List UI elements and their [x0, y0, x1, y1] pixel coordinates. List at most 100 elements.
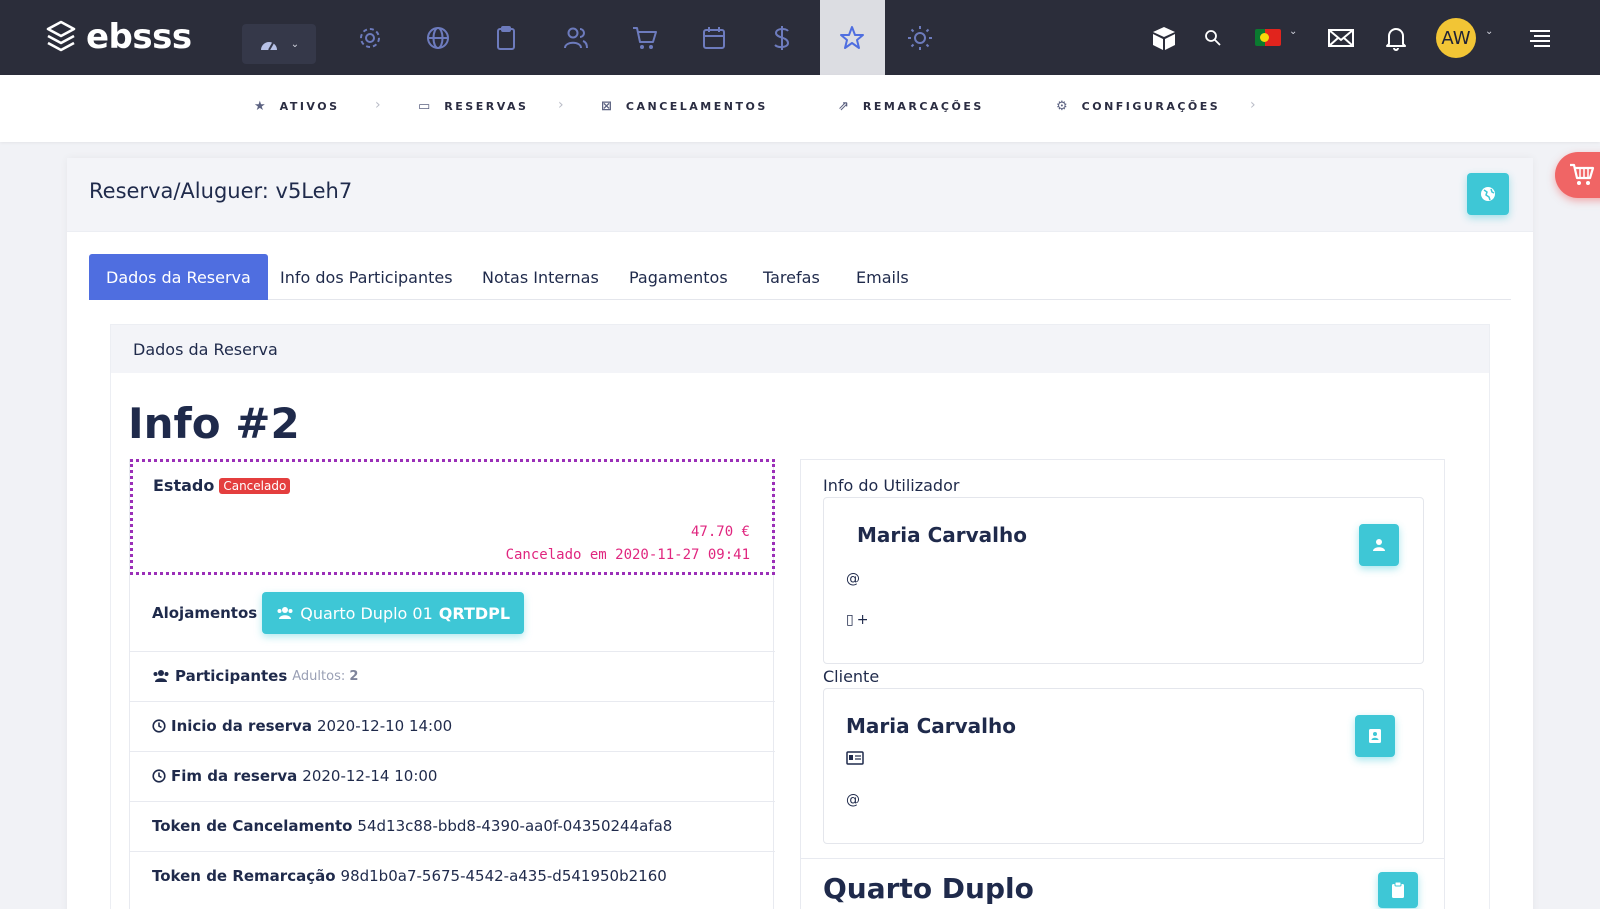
messages-button[interactable] — [1323, 20, 1359, 56]
users-icon — [153, 670, 169, 682]
settings-nav[interactable] — [352, 20, 388, 56]
accommodation-code: QRTDPL — [438, 603, 511, 623]
star-icon: ★ — [254, 99, 266, 114]
cancel-token-row: Token de Cancelamento 54d13c88-bbd8-4390… — [130, 801, 775, 851]
booking-card: Reserva/Aluguer: v5Leh7 Dados da Reserva… — [67, 158, 1533, 909]
floating-cart-button[interactable] — [1555, 152, 1600, 198]
calendar-icon — [703, 27, 725, 49]
user-phone-prefix: + — [856, 612, 869, 628]
tab-tarefas[interactable]: Tarefas — [763, 254, 820, 300]
subnav-item-reservas[interactable]: ▭ RESERVAS — [418, 99, 528, 114]
accommodation-button[interactable]: Quarto Duplo 01 QRTDPL — [262, 592, 525, 634]
divider — [801, 858, 1444, 859]
cancel-token-content: Token de Cancelamento 54d13c88-bbd8-4390… — [152, 817, 672, 835]
cart-nav[interactable] — [627, 20, 663, 56]
tab-notas-internas[interactable]: Notas Internas — [482, 254, 599, 300]
cube-icon — [1153, 27, 1175, 50]
menu-button[interactable] — [1522, 20, 1558, 56]
cancel-token-value: 54d13c88-bbd8-4390-aa0f-04350244afa8 — [357, 817, 673, 835]
subnav-item-remarcacoes[interactable]: ⇗ REMARCAÇÕES — [838, 99, 984, 114]
clipboard-nav[interactable] — [488, 20, 524, 56]
participants-label: Participantes — [175, 667, 288, 685]
start-date-row: Inicio da reserva 2020-12-10 14:00 — [130, 701, 775, 751]
globe-button[interactable] — [1467, 173, 1509, 215]
room-details-button[interactable] — [1378, 872, 1418, 908]
tab-bar: Dados da Reserva Info dos Participantes … — [89, 254, 1511, 300]
globe-icon — [427, 27, 449, 49]
users-nav[interactable] — [558, 20, 594, 56]
tab-info-participantes[interactable]: Info dos Participantes — [280, 254, 453, 300]
user-info-heading: Info do Utilizador — [823, 476, 960, 495]
cancelled-at: Cancelado em 2020-11-27 09:41 — [505, 547, 750, 563]
end-date-row: Fim da reserva 2020-12-14 10:00 — [130, 751, 775, 801]
chevron-right-icon: › — [1250, 97, 1256, 113]
start-date-label: Inicio da reserva — [171, 717, 313, 735]
client-contact-button[interactable] — [1355, 715, 1395, 757]
booking-data-panel: Dados da Reserva Info #2 Estado Cancelad… — [110, 324, 1490, 909]
user-profile-button[interactable] — [1359, 524, 1399, 566]
brand-logo[interactable]: ebsss — [46, 16, 192, 58]
phone-icon: ▯ — [846, 612, 854, 628]
user-icon — [1373, 539, 1385, 551]
dashboard-dropdown[interactable]: ⌄ — [242, 24, 316, 64]
avatar[interactable]: AW — [1436, 18, 1476, 58]
clipboard-icon — [1392, 882, 1404, 898]
flag-icon[interactable] — [1255, 29, 1281, 46]
tab-dados-da-reserva[interactable]: Dados da Reserva — [89, 254, 268, 300]
user-phone: ▯ + — [846, 612, 868, 628]
end-date-value: 2020-12-14 10:00 — [302, 767, 438, 785]
card-header: Reserva/Aluguer: v5Leh7 — [67, 158, 1533, 232]
users-icon — [564, 27, 588, 49]
apps-button[interactable] — [1146, 20, 1182, 56]
end-date-label: Fim da reserva — [171, 767, 298, 785]
start-date-content: Inicio da reserva 2020-12-10 14:00 — [152, 717, 452, 735]
clock-icon — [152, 719, 166, 733]
dashboard-icon — [260, 42, 277, 51]
reschedule-token-row: Token de Remarcação 98d1b0a7-5675-4542-a… — [130, 851, 775, 909]
share-icon: ⇗ — [838, 99, 849, 114]
client-email-prefix: @ — [846, 792, 860, 808]
end-date-content: Fim da reserva 2020-12-14 10:00 — [152, 767, 437, 785]
subnav-item-configuracoes[interactable]: ⚙ CONFIGURAÇÕES — [1056, 99, 1220, 114]
subnav-label: REMARCAÇÕES — [862, 100, 984, 113]
id-card-icon — [846, 751, 864, 769]
theme-nav[interactable] — [902, 20, 938, 56]
user-email-prefix: @ — [846, 571, 860, 587]
chevron-down-icon[interactable]: ⌄ — [1289, 26, 1297, 37]
accommodation-row: Alojamentos Quarto Duplo 01 QRTDPL — [130, 575, 775, 651]
status-label: Estado Cancelado — [153, 476, 291, 495]
tab-pagamentos[interactable]: Pagamentos — [629, 254, 728, 300]
page-title: Reserva/Aluguer: v5Leh7 — [89, 179, 353, 203]
tab-emails[interactable]: Emails — [856, 254, 909, 300]
client-email: @ — [846, 792, 860, 808]
subnav-label: ATIVOS — [279, 100, 340, 113]
address-book-icon — [1369, 729, 1381, 743]
brand-name: ebsss — [86, 17, 192, 57]
calendar-nav[interactable] — [696, 20, 732, 56]
bookings-nav[interactable] — [834, 20, 870, 56]
accommodation-content: Alojamentos Quarto Duplo 01 QRTDPL — [152, 592, 525, 634]
reschedule-token-label: Token de Remarcação — [152, 867, 336, 885]
x-square-icon: ⊠ — [601, 99, 612, 114]
client-name: Maria Carvalho — [846, 714, 1016, 738]
client-card: Maria Carvalho @ — [823, 688, 1424, 844]
cart-icon — [633, 27, 657, 49]
chevron-down-icon[interactable]: ⌄ — [1485, 26, 1493, 37]
star-icon — [840, 26, 864, 49]
clock-icon — [152, 769, 166, 783]
finance-nav[interactable] — [764, 20, 800, 56]
bell-icon — [1386, 28, 1406, 51]
subnav-item-cancelamentos[interactable]: ⊠ CANCELAMENTOS — [601, 99, 768, 114]
search-icon — [1205, 30, 1221, 46]
sub-navigation: ★ ATIVOS › ▭ RESERVAS › ⊠ CANCELAMENTOS … — [0, 75, 1600, 142]
participants-row: Participantes Adultos: 2 — [130, 651, 775, 701]
notifications-button[interactable] — [1378, 20, 1414, 56]
search-button[interactable] — [1195, 20, 1231, 56]
subnav-item-ativos[interactable]: ★ ATIVOS — [254, 99, 340, 114]
user-card: Maria Carvalho @ ▯ + — [823, 497, 1424, 664]
info-heading: Info #2 — [128, 399, 300, 448]
globe-nav[interactable] — [420, 20, 456, 56]
accommodation-name: Quarto Duplo 01 — [300, 603, 433, 623]
cogs-icon: ⚙ — [1056, 99, 1068, 114]
start-date-value: 2020-12-10 14:00 — [317, 717, 453, 735]
